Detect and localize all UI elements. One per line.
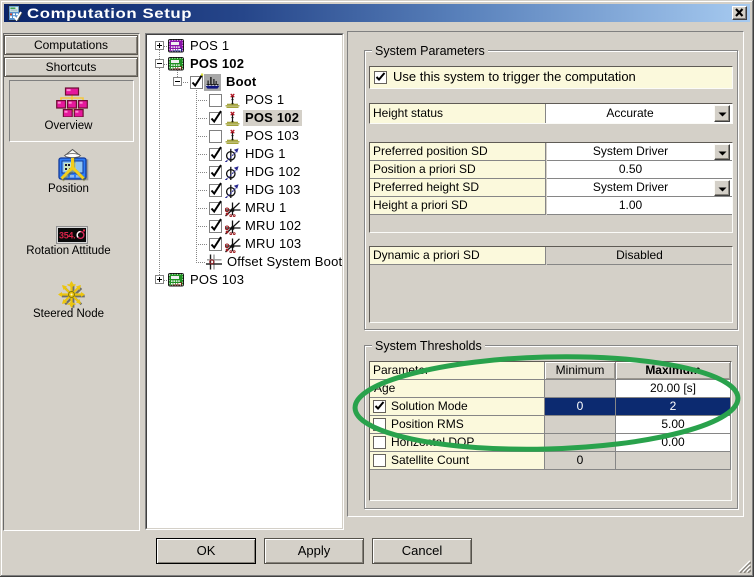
- svg-text:354.: 354.: [59, 231, 75, 241]
